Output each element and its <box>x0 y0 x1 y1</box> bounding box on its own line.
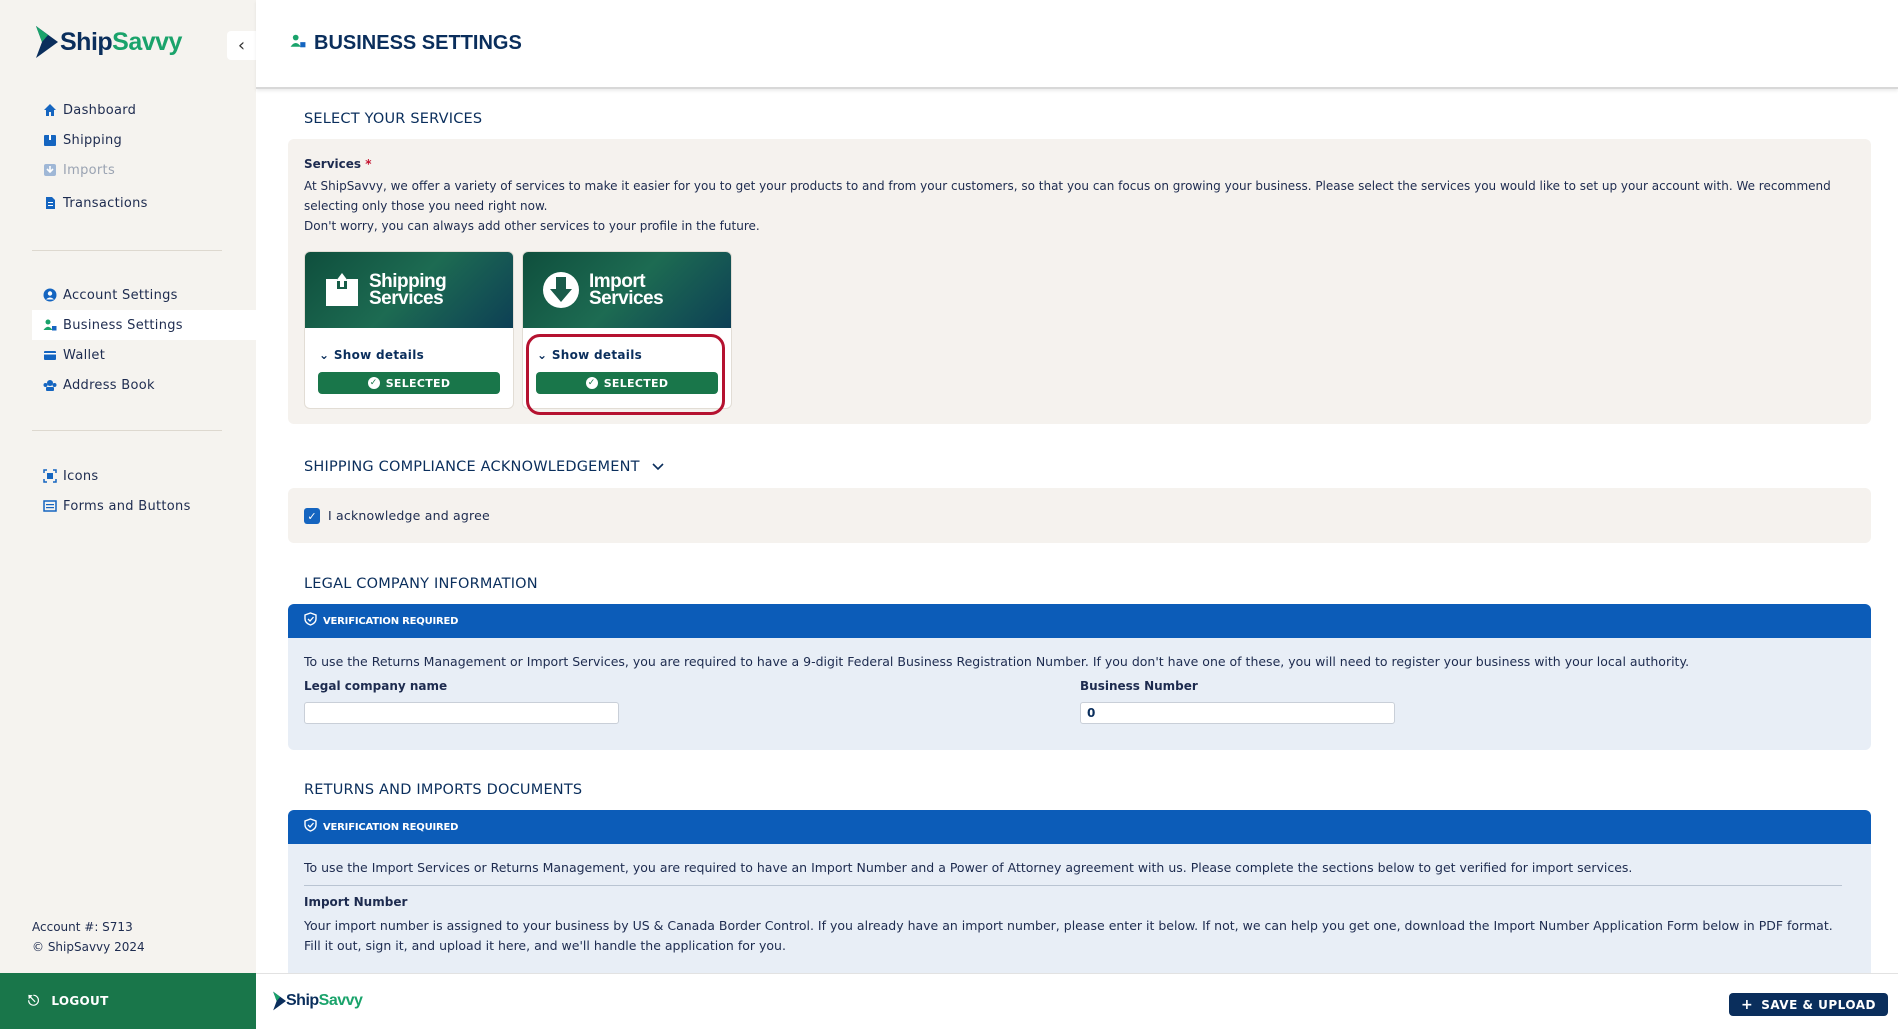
address-book-icon <box>42 378 57 393</box>
acknowledge-label: I acknowledge and agree <box>328 508 490 523</box>
account-info: Account #: S713 © ShipSavvy 2024 <box>32 917 145 957</box>
required-mark: * <box>365 157 372 171</box>
import-number-label: Import Number <box>304 895 408 909</box>
sidebar-item-label: Forms and Buttons <box>63 498 191 514</box>
dev-nav: Icons Forms and Buttons <box>32 461 256 521</box>
sidebar-divider <box>32 430 222 431</box>
sidebar-item-label: Dashboard <box>63 102 137 118</box>
main-content: SELECT YOUR SERVICES Services * At ShipS… <box>256 89 1898 973</box>
logout-label: LOGOUT <box>51 994 109 1008</box>
acknowledge-checkbox[interactable]: ✓ <box>304 508 320 524</box>
compliance-section-title[interactable]: SHIPPING COMPLIANCE ACKNOWLEDGEMENT <box>304 459 664 475</box>
business-number-input[interactable]: 0 <box>1080 702 1395 724</box>
sidebar-item-label: Icons <box>63 468 99 484</box>
user-circle-icon <box>42 288 57 303</box>
services-label: Services * <box>304 157 372 171</box>
package-icon <box>42 133 57 148</box>
plus-icon: + <box>1740 996 1754 1013</box>
page-header: BUSINESS SETTINGS <box>256 0 1898 89</box>
legal-section-title: LEGAL COMPANY INFORMATION <box>304 576 538 592</box>
sidebar-item-forms-and-buttons[interactable]: Forms and Buttons <box>32 491 256 521</box>
verification-banner: VERIFICATION REQUIRED <box>288 810 1871 844</box>
sidebar-item-wallet[interactable]: Wallet <box>32 340 256 370</box>
selection-highlight <box>526 334 725 415</box>
save-upload-button[interactable]: + SAVE & UPLOAD <box>1728 993 1888 1016</box>
check-circle-icon: ✓ <box>367 377 380 389</box>
forms-icon <box>42 499 57 514</box>
copyright: © ShipSavvy 2024 <box>32 940 145 954</box>
logo-mark-icon <box>36 26 58 58</box>
shield-icon <box>304 818 317 836</box>
compliance-panel: ✓ I acknowledge and agree <box>288 488 1871 543</box>
account-number: Account #: S713 <box>32 920 133 934</box>
wallet-icon <box>42 348 57 363</box>
settings-nav: Account Settings Business Settings Walle… <box>32 280 256 400</box>
service-card-shipping[interactable]: Shipping Services ⌄ Show details ✓ SELECTE… <box>304 251 514 409</box>
documents-panel: VERIFICATION REQUIRED To use the Import … <box>288 810 1871 973</box>
sidebar-item-icons[interactable]: Icons <box>32 461 256 491</box>
company-name-label: Legal company name <box>304 679 448 693</box>
brand-name-part2: Savvy <box>112 27 182 56</box>
primary-nav: Dashboard Shipping Imports Transactions <box>32 95 256 218</box>
collapse-sidebar-button[interactable]: ‹ <box>227 31 256 60</box>
business-number-label: Business Number <box>1080 679 1198 693</box>
logout-button[interactable]: ⎋ LOGOUT <box>0 973 256 1029</box>
sidebar-divider <box>32 250 222 251</box>
sidebar-item-label: Transactions <box>63 195 148 211</box>
import-arrow-icon <box>543 272 579 308</box>
legal-notice: To use the Returns Management or Import … <box>304 654 1690 669</box>
chevron-down-icon <box>652 459 664 475</box>
service-banner: Import Services <box>523 252 731 328</box>
business-icon <box>42 318 57 333</box>
home-icon <box>42 103 57 118</box>
selected-button[interactable]: ✓ SELECTED <box>318 372 500 394</box>
logo-mark-icon <box>273 991 286 1011</box>
page-title-text: BUSINESS SETTINGS <box>314 32 522 54</box>
shipsavvy-logo[interactable]: ShipSavvy <box>34 26 182 58</box>
sidebar-item-shipping[interactable]: Shipping <box>32 125 256 155</box>
import-number-description: Your import number is assigned to your b… <box>304 918 1833 953</box>
sidebar-item-address-book[interactable]: Address Book <box>32 370 256 400</box>
shield-icon <box>304 612 317 630</box>
sidebar-item-label: Business Settings <box>63 317 183 333</box>
company-name-input[interactable] <box>304 702 619 724</box>
icons-icon <box>42 469 57 484</box>
sidebar-item-label: Wallet <box>63 347 106 363</box>
sidebar-item-label: Imports <box>63 162 116 178</box>
chevron-left-icon: ‹ <box>237 35 246 56</box>
brand-name-part1: Ship <box>60 27 113 56</box>
logout-icon: ⎋ <box>28 993 40 1009</box>
legal-panel: VERIFICATION REQUIRED To use the Returns… <box>288 604 1871 750</box>
page-title: BUSINESS SETTINGS <box>290 32 522 55</box>
services-section-title: SELECT YOUR SERVICES <box>304 111 483 127</box>
chevron-down-icon: ⌄ <box>319 348 330 362</box>
check-icon: ✓ <box>307 509 317 523</box>
documents-notice: To use the Import Services or Returns Ma… <box>304 860 1633 875</box>
footer-logo: Ship Savvy <box>272 991 363 1011</box>
documents-section-title: RETURNS AND IMPORTS DOCUMENTS <box>304 782 583 798</box>
import-icon <box>42 163 57 178</box>
sidebar-item-imports[interactable]: Imports <box>32 155 256 185</box>
sidebar: ShipSavvy ‹ Dashboard Shipping Imports T… <box>0 0 256 1029</box>
business-icon <box>290 32 306 55</box>
divider <box>304 885 1842 886</box>
sidebar-item-business-settings[interactable]: Business Settings <box>32 310 256 340</box>
sidebar-item-dashboard[interactable]: Dashboard <box>32 95 256 125</box>
show-details-toggle[interactable]: ⌄ Show details <box>319 348 424 362</box>
sidebar-item-label: Address Book <box>63 377 155 393</box>
verification-banner: VERIFICATION REQUIRED <box>288 604 1871 638</box>
sidebar-item-transactions[interactable]: Transactions <box>32 188 256 218</box>
package-icon <box>326 273 358 306</box>
footer-bar: Ship Savvy + SAVE & UPLOAD <box>256 973 1898 1030</box>
sidebar-item-account-settings[interactable]: Account Settings <box>32 280 256 310</box>
sidebar-item-label: Shipping <box>63 132 123 148</box>
document-icon <box>42 196 57 211</box>
services-description: At ShipSavvy, we offer a variety of serv… <box>304 179 1831 233</box>
sidebar-item-label: Account Settings <box>63 287 178 303</box>
service-banner: Shipping Services <box>305 252 513 328</box>
